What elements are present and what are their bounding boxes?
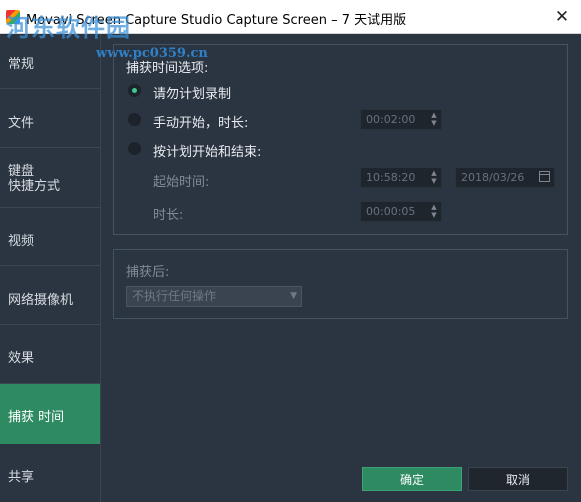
start-time-label: 起始时间: xyxy=(153,175,210,190)
chevron-down-icon: ▼ xyxy=(290,291,297,301)
spinner-arrows-icon[interactable]: ▲ ▼ xyxy=(430,203,438,220)
after-capture-select[interactable]: 不执行任何操作 ▼ xyxy=(126,286,302,307)
sidebar-item-label: 文件 xyxy=(8,116,35,131)
after-capture-heading: 捕获后: xyxy=(126,265,170,280)
duration-spinner[interactable]: 00:00:05 ▲ ▼ xyxy=(360,201,442,222)
sidebar-item-label: 视频 xyxy=(8,234,35,249)
sidebar-item-label: 效果 xyxy=(8,351,35,366)
sidebar-item-capture-time[interactable]: 捕获 时间 xyxy=(0,384,100,444)
manual-duration-spinner[interactable]: 00:02:00 ▲ ▼ xyxy=(360,109,442,130)
duration-label: 时长: xyxy=(153,208,184,223)
radio-no-schedule[interactable] xyxy=(128,84,141,97)
radio-manual-start[interactable] xyxy=(128,113,141,126)
after-capture-group xyxy=(113,249,568,319)
radio-scheduled-label[interactable]: 按计划开始和结束: xyxy=(153,141,261,160)
sidebar: 常规 文件 键盘 快捷方式 视频 网络摄像机 效果 捕获 时间 共享 xyxy=(0,34,101,502)
duration-value: 00:00:05 xyxy=(366,205,416,218)
manual-duration-value: 00:02:00 xyxy=(366,113,416,126)
radio-no-schedule-label[interactable]: 请勿计划录制 xyxy=(153,83,231,102)
sidebar-item-webcam[interactable]: 网络摄像机 xyxy=(0,266,100,325)
sidebar-item-keyboard-shortcuts[interactable]: 键盘 快捷方式 xyxy=(0,148,100,208)
sidebar-item-file[interactable]: 文件 xyxy=(0,89,100,148)
sidebar-item-effects[interactable]: 效果 xyxy=(0,325,100,384)
start-time-spinner[interactable]: 10:58:20 ▲ ▼ xyxy=(360,167,442,188)
sidebar-item-video[interactable]: 视频 xyxy=(0,208,100,266)
start-time-value: 10:58:20 xyxy=(366,171,416,184)
sidebar-item-label: 键盘 快捷方式 xyxy=(8,164,61,194)
sidebar-item-label: 常规 xyxy=(8,57,35,72)
start-date-picker[interactable]: 2018/03/26 xyxy=(455,167,555,188)
spinner-arrows-icon[interactable]: ▲ ▼ xyxy=(430,169,438,186)
sidebar-item-label: 网络摄像机 xyxy=(8,293,74,308)
calendar-icon[interactable] xyxy=(539,171,550,182)
start-date-value: 2018/03/26 xyxy=(461,171,525,184)
watermark-logo: 河东软件园 xyxy=(6,13,131,42)
radio-manual-start-label[interactable]: 手动开始，时长: xyxy=(153,112,248,131)
sidebar-item-label: 共享 xyxy=(8,470,35,485)
sidebar-item-label: 捕获 时间 xyxy=(8,410,65,425)
spinner-arrows-icon[interactable]: ▲ ▼ xyxy=(430,111,438,128)
after-capture-selected: 不执行任何操作 xyxy=(132,289,217,303)
cancel-button[interactable]: 取消 xyxy=(468,467,568,491)
capture-time-heading: 捕获时间选项: xyxy=(126,61,209,76)
radio-scheduled[interactable] xyxy=(128,142,141,155)
sidebar-item-share[interactable]: 共享 xyxy=(0,444,100,502)
ok-button[interactable]: 确定 xyxy=(362,467,462,491)
close-button[interactable]: ✕ xyxy=(551,6,573,28)
